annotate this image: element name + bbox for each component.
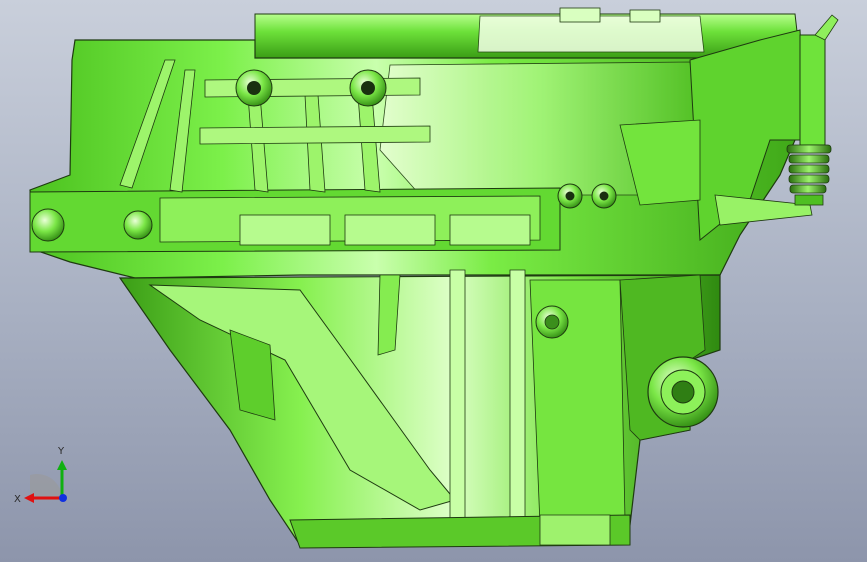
z-axis-icon: [59, 494, 67, 502]
housing-lower-sump: [118, 269, 721, 549]
y-axis-label: Y: [57, 446, 65, 457]
output-shaft-boss: [647, 356, 719, 428]
x-axis-label: X: [14, 494, 21, 505]
view-orientation-triad[interactable]: X Y: [12, 440, 82, 510]
housing-upper-top-flange: [254, 7, 801, 59]
triad-plane-icon: [30, 473, 63, 500]
cad-3d-viewport[interactable]: X Y: [0, 0, 867, 562]
housing-upper-main-body: [29, 29, 813, 279]
gearbox-housing-model[interactable]: [0, 0, 867, 562]
